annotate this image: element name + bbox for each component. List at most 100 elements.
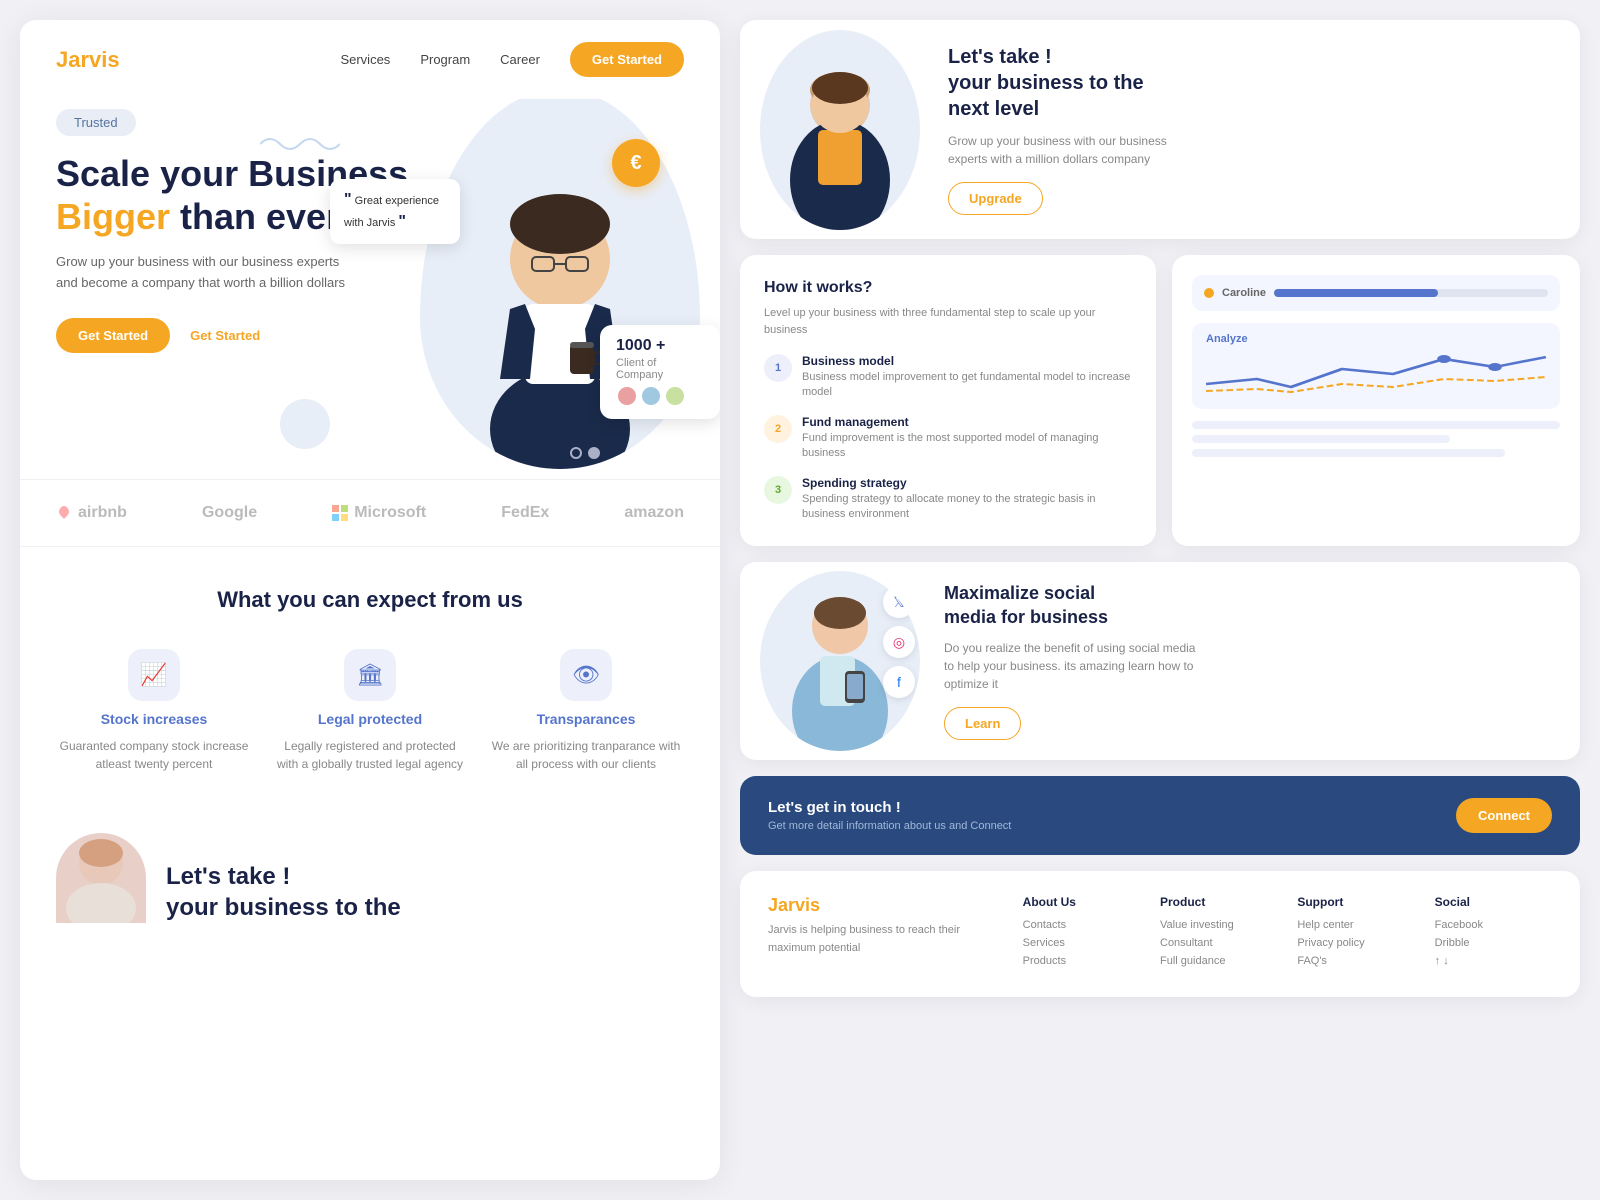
expect-title: What you can expect from us (56, 587, 684, 613)
footer-link-contacts[interactable]: Contacts (1023, 919, 1140, 931)
hero-get-started-button[interactable]: Get Started (56, 318, 170, 353)
placeholder-bar-2 (1192, 435, 1450, 443)
how-item-1: 1 Business model Business model improvem… (764, 354, 1132, 401)
right-panel: Let's take ! your business to the next l… (740, 20, 1580, 1180)
footer: Jarvis Jarvis is helping business to rea… (740, 871, 1580, 997)
brand-google: Google (202, 504, 257, 522)
avatar-2 (640, 385, 662, 407)
footer-link-value[interactable]: Value investing (1160, 919, 1277, 931)
nav-services[interactable]: Services (340, 52, 390, 67)
bottom-teaser-line1: Let's take ! (166, 861, 401, 892)
dot-1[interactable] (570, 447, 582, 459)
footer-link-help[interactable]: Help center (1297, 919, 1414, 931)
left-panel: Jarvis Services Program Career Get Start… (20, 20, 720, 1180)
placeholder-bar-1 (1192, 421, 1560, 429)
footer-link-other[interactable]: ↑ ↓ (1435, 955, 1552, 967)
nav-cta-button[interactable]: Get Started (570, 42, 684, 77)
twitter-icon: 𝕏 (883, 586, 915, 618)
footer-link-facebook[interactable]: Facebook (1435, 919, 1552, 931)
connect-button[interactable]: Connect (1456, 798, 1552, 833)
upgrade-button[interactable]: Upgrade (948, 182, 1043, 215)
footer-link-services[interactable]: Services (1023, 937, 1140, 949)
caroline-label: Caroline (1222, 287, 1266, 299)
footer-link-faq[interactable]: FAQ's (1297, 955, 1414, 967)
feature-legal-desc: Legally registered and protected with a … (272, 737, 468, 773)
brand-fedex: FedEx (501, 504, 549, 522)
bottom-teaser: Let's take ! your business to the (20, 813, 720, 933)
feature-transparent-title: Transparances (537, 711, 636, 727)
footer-logo-jar: Jar (768, 895, 795, 915)
bottom-teaser-line2: your business to the (166, 892, 401, 923)
how-item-1-desc: Business model improvement to get fundam… (802, 370, 1132, 401)
wave-decoration (260, 129, 340, 159)
how-item-1-content: Business model Business model improvemen… (802, 354, 1132, 401)
footer-col-support-title: Support (1297, 895, 1414, 909)
how-items: 1 Business model Business model improvem… (764, 354, 1132, 522)
top-cta-card: Let's take ! your business to the next l… (740, 20, 1580, 239)
top-cta-title: Let's take ! your business to the next l… (948, 44, 1188, 122)
social-image-area: 𝕏 ◎ f (760, 571, 920, 751)
analytics-top-bar: Caroline (1192, 275, 1560, 311)
hero-person-illustration (460, 149, 660, 469)
hero-secondary-button[interactable]: Get Started (190, 328, 260, 343)
brand-microsoft-text: Microsoft (354, 504, 426, 522)
stats-count: 1000 + (616, 337, 704, 355)
avatar-3 (664, 385, 686, 407)
top-cta-desc: Grow up your business with our business … (948, 132, 1188, 168)
mini-chart-svg (1206, 349, 1546, 399)
placeholder-bar-3 (1192, 449, 1505, 457)
connect-title: Let's get in touch ! (768, 799, 1011, 816)
brand-google-text: Google (202, 504, 257, 522)
footer-col-about-us-title: About Us (1023, 895, 1140, 909)
footer-about-text: Jarvis is helping business to reach thei… (768, 922, 1003, 957)
social-title-line1: Maximalize social (944, 583, 1095, 603)
brand-amazon-text: amazon (624, 504, 684, 522)
footer-col-social-title: Social (1435, 895, 1552, 909)
feature-transparent-desc: We are prioritizing tranparance with all… (488, 737, 684, 773)
footer-link-guidance[interactable]: Full guidance (1160, 955, 1277, 967)
how-item-1-title: Business model (802, 354, 1132, 368)
brand-airbnb: airbnb (56, 504, 127, 522)
brand-fedex-text: FedEx (501, 504, 549, 522)
top-cta-title-line2: your business to the (948, 72, 1144, 94)
hero-section: Trusted Scale your Business Bigger than … (20, 99, 720, 479)
social-title: Maximalize social media for business (944, 582, 1204, 629)
nav-career[interactable]: Career (500, 52, 540, 67)
quote-text: Great experience with Jarvis (344, 195, 439, 229)
quote-mark-close: " (398, 213, 406, 230)
feature-stock: 📈 Stock increases Guaranted company stoc… (56, 649, 252, 773)
footer-grid: Jarvis Jarvis is helping business to rea… (768, 895, 1552, 973)
social-desc: Do you realize the benefit of using soci… (944, 639, 1204, 693)
connect-cta: Let's get in touch ! Get more detail inf… (740, 776, 1580, 855)
stock-icon: 📈 (128, 649, 180, 701)
trusted-badge: Trusted (56, 109, 136, 136)
hero-description: Grow up your business with our business … (56, 252, 356, 294)
social-title-line2: media for business (944, 607, 1108, 627)
how-it-works-card: How it works? Level up your business wit… (740, 255, 1156, 546)
euro-badge: € (612, 139, 660, 187)
feature-stock-desc: Guaranted company stock increase atleast… (56, 737, 252, 773)
footer-link-dribble[interactable]: Dribble (1435, 937, 1552, 949)
footer-link-privacy[interactable]: Privacy policy (1297, 937, 1414, 949)
nav-program[interactable]: Program (420, 52, 470, 67)
footer-link-products[interactable]: Products (1023, 955, 1140, 967)
brand-microsoft: Microsoft (332, 504, 426, 522)
footer-logo-vis: vis (795, 895, 820, 915)
instagram-icon: ◎ (883, 626, 915, 658)
top-cta-title-line3: next level (948, 98, 1039, 120)
social-content: Maximalize social media for business Do … (920, 562, 1228, 760)
footer-link-consultant[interactable]: Consultant (1160, 937, 1277, 949)
placeholder-bars (1192, 421, 1560, 457)
top-cta-image (760, 30, 920, 230)
top-cta-title-line1: Let's take ! (948, 46, 1052, 68)
dot-2[interactable] (588, 447, 600, 459)
brand-amazon: amazon (624, 504, 684, 522)
footer-logo: Jarvis (768, 895, 1003, 916)
analytics-dot (1204, 288, 1214, 298)
hero-title-orange: Bigger (56, 196, 170, 237)
how-item-2-content: Fund management Fund improvement is the … (802, 415, 1132, 462)
learn-button[interactable]: Learn (944, 707, 1021, 740)
logo: Jarvis (56, 47, 120, 73)
analyze-title: Analyze (1206, 333, 1546, 345)
nav-links: Services Program Career Get Started (340, 42, 684, 77)
